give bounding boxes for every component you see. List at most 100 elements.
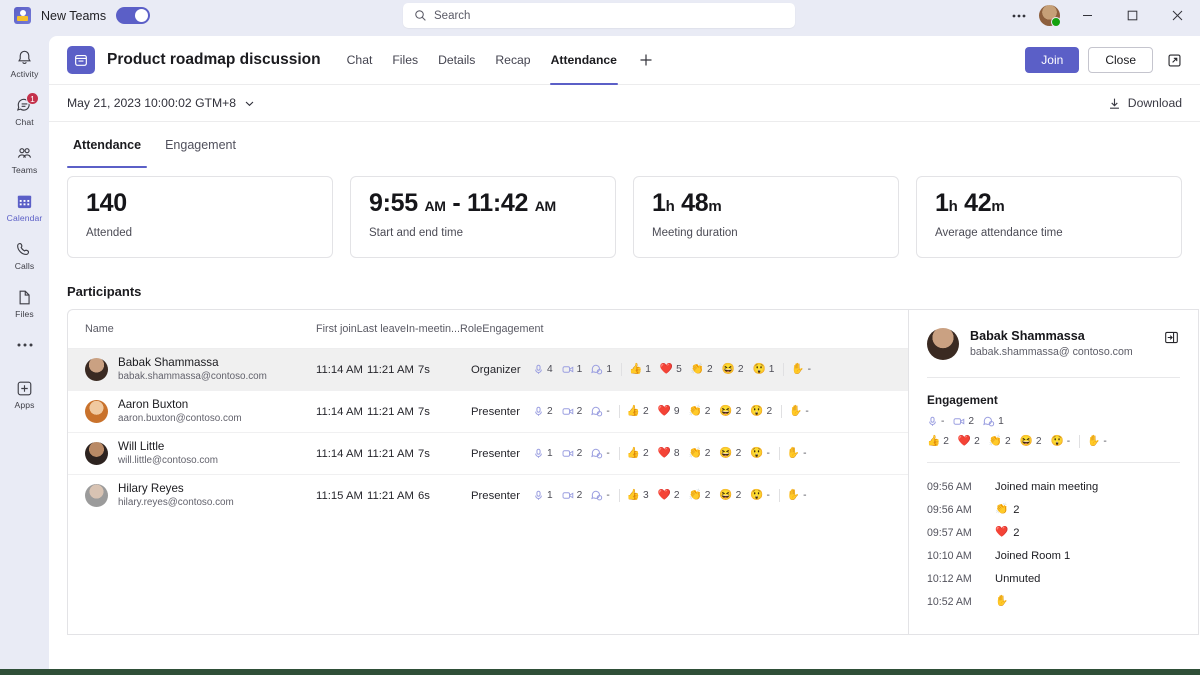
duration-hours: 1 [652,189,666,217]
tab-details[interactable]: Details [428,36,485,85]
timeline-time: 10:10 AM [927,550,983,562]
timeline-event: ✋ [995,596,1008,607]
sidebar-item-files[interactable]: Files [2,280,47,327]
avatar[interactable] [1034,0,1065,31]
avg-hours: 1 [935,189,949,217]
sidebar-item-chat[interactable]: 1 Chat [2,88,47,135]
join-button[interactable]: Join [1025,47,1079,73]
laugh-count: 2 [1036,436,1042,447]
surprised-icon: 😲 [750,406,763,417]
column-header-last-leave[interactable]: Last leave [357,323,406,335]
divider [619,489,620,502]
sidebar-item-apps[interactable]: Apps [2,371,47,418]
sidebar-item-label: Activity [10,69,38,79]
timeline-event: Joined main meeting [995,481,1098,493]
subtab-attendance[interactable]: Attendance [67,138,147,168]
ellipsis-icon[interactable] [1003,0,1034,31]
mic-count: - [941,416,944,427]
phone-icon [15,240,34,259]
left-nav-rail: Activity 1 Chat Teams [0,31,49,675]
timeline-row: 10:52 AM ✋ [927,590,1180,613]
participant-name-cell: Hilary Reyes hilary.reyes@contoso.com [85,482,316,509]
avatar [85,400,108,423]
divider [927,377,1180,378]
camera-stat: 2 [562,490,583,501]
raise-hand-icon: ✋ [995,596,1008,607]
chat-count: 1 [606,364,612,375]
new-teams-toggle[interactable] [116,7,150,24]
column-header-role[interactable]: Role [460,323,482,335]
divider [619,447,620,460]
tab-recap[interactable]: Recap [485,36,540,85]
sidebar-item-activity[interactable]: Activity [2,40,47,87]
download-button[interactable]: Download [1108,96,1182,110]
meeting-duration-label: Meeting duration [652,227,880,239]
last-leave-cell: 11:21 AM [367,490,418,502]
laugh-icon: 😆 [719,406,732,417]
avatar [85,484,108,507]
search-input[interactable]: Search [403,3,795,28]
thumbsup-icon: 👍 [927,436,940,447]
column-header-first-join[interactable]: First join [316,323,357,335]
card-attended: 140 Attended [67,176,333,258]
timeline-row: 09:56 AM Joined main meeting [927,475,1180,498]
minimize-icon[interactable] [1065,0,1110,31]
table-row[interactable]: Aaron Buxton aaron.buxton@contoso.com 11… [68,390,909,432]
surprised-count: - [1067,436,1070,447]
heart-count: 2 [674,490,680,501]
sidebar-item-label: Calls [15,261,35,271]
surprised-stat: 😲- [750,490,770,501]
date-row: May 21, 2023 10:00:02 GTM+8 Download [49,85,1200,122]
column-header-name[interactable]: Name [85,323,316,335]
sidebar-item-calls[interactable]: Calls [2,232,47,279]
average-attendance-label: Average attendance time [935,227,1163,239]
tab-attendance[interactable]: Attendance [541,36,627,85]
last-leave-cell: 11:21 AM [367,448,418,460]
surprised-icon: 😲 [750,448,763,459]
in-meeting-duration-cell: 7s [418,448,471,460]
collapse-panel-icon[interactable] [1162,328,1180,346]
divider [1079,435,1080,448]
chat-stat: 1 [983,416,1004,427]
microphone-icon [533,406,544,417]
role-cell: Organizer [471,364,533,376]
participants-title: Participants [49,258,1200,309]
surprised-icon: 😲 [753,364,766,375]
tab-chat[interactable]: Chat [337,36,383,85]
raise-hand-stat: ✋- [789,406,809,417]
sidebar-item-calendar[interactable]: Calendar [2,184,47,231]
divider [927,462,1180,463]
meeting-icon [67,46,95,74]
close-icon[interactable] [1155,0,1200,31]
role-cell: Presenter [471,448,533,460]
column-header-engagement[interactable]: Engagement [482,323,909,335]
meeting-session-selector[interactable]: May 21, 2023 10:00:02 GTM+8 [67,96,255,110]
title-bar-left: New Teams [0,7,390,24]
table-row[interactable]: Babak Shammassa babak.shammassa@contoso.… [68,348,909,390]
sidebar-item-label: Apps [15,400,35,410]
mic-stat: 1 [533,490,553,501]
open-in-new-window-icon[interactable] [1162,48,1186,72]
close-button[interactable]: Close [1088,47,1153,73]
table-row[interactable]: Will Little will.little@contoso.com 11:1… [68,432,909,474]
chat-bubble-icon [591,448,603,459]
raise-hand-icon: ✋ [1087,436,1100,447]
download-icon [1108,97,1121,110]
table-row[interactable]: Hilary Reyes hilary.reyes@contoso.com 11… [68,474,909,516]
sidebar-more-button[interactable] [2,328,47,362]
sidebar-item-teams[interactable]: Teams [2,136,47,183]
applause-icon: 👏 [689,490,702,501]
subtab-engagement[interactable]: Engagement [159,138,242,168]
page-title: Product roadmap discussion [107,51,321,69]
applause-stat: 👏2 [691,364,713,375]
column-header-in-meeting-duration[interactable]: In-meetin... [406,323,460,335]
duration-hours-unit: h [666,198,675,215]
surprised-stat: 😲- [750,448,770,459]
add-tab-button[interactable] [627,36,665,85]
tab-files[interactable]: Files [382,36,428,85]
timeline-event: ❤️ 2 [995,527,1019,539]
bell-icon [15,48,34,67]
maximize-icon[interactable] [1110,0,1155,31]
participant-email: aaron.buxton@contoso.com [118,413,242,425]
detail-engagement-devices: - 2 1 [927,416,1180,427]
